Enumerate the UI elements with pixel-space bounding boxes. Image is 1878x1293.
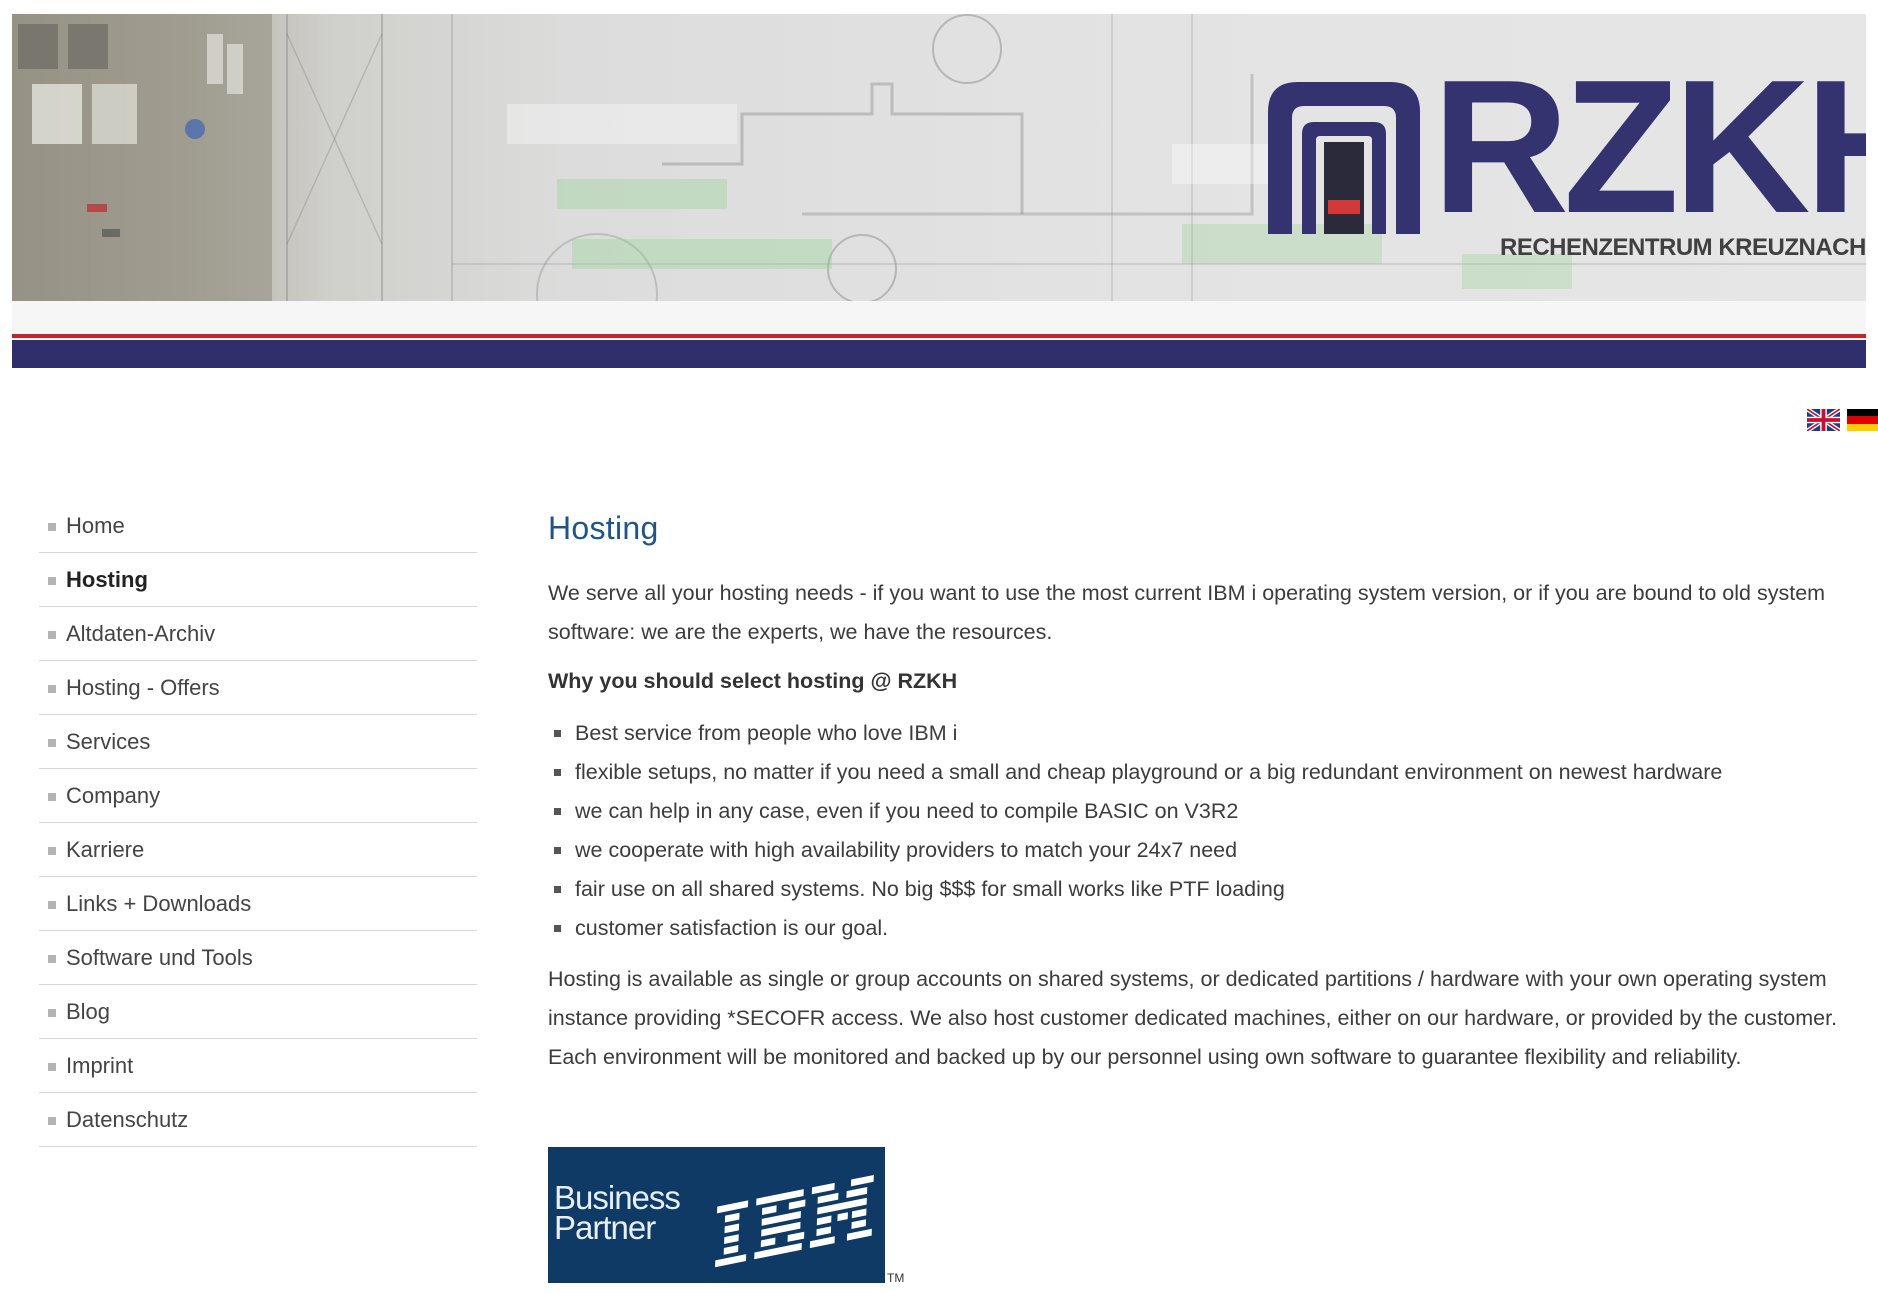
sidebar-item-label: Datenschutz (66, 1106, 189, 1132)
rzkh-logo-icon[interactable] (1268, 82, 1420, 234)
header-banner: RZKH RECHENZENTRUM KREUZNACH (12, 14, 1866, 374)
ibm-business-partner-badge[interactable]: Business Partner (548, 1147, 885, 1283)
page-title: Hosting (548, 510, 659, 546)
ibm-logo-icon (715, 1174, 874, 1268)
why-heading: Why you should select hosting @ RZKH (548, 669, 958, 693)
sidebar-item-blog[interactable]: Blog (39, 985, 477, 1039)
bullet-icon (554, 925, 561, 932)
list-item: customer satisfaction is our goal. (548, 909, 1848, 948)
sidebar-item-label: Altdaten-Archiv (66, 620, 216, 646)
bullet-icon (48, 685, 56, 693)
sidebar-item-services[interactable]: Services (39, 715, 477, 769)
sidebar-item-hosting[interactable]: Hosting (39, 553, 477, 607)
banner-stripe-navy (12, 340, 1866, 368)
bullet-icon (48, 847, 56, 855)
logo-subtitle: RECHENZENTRUM KREUZNACH (1500, 234, 1866, 261)
list-item-text: we cooperate with high availability prov… (575, 838, 1238, 862)
list-item-text: we can help in any case, even if you nee… (575, 799, 1239, 823)
bullet-icon (48, 739, 56, 747)
sidebar-item-label: Hosting - Offers (66, 674, 220, 700)
sidebar-item-karriere[interactable]: Karriere (39, 823, 477, 877)
bullet-icon (48, 577, 56, 585)
sidebar-item-label: Home (66, 512, 125, 538)
sidebar-item-hosting-offers[interactable]: Hosting - Offers (39, 661, 477, 715)
uk-flag-icon[interactable] (1805, 407, 1842, 433)
sidebar-item-company[interactable]: Company (39, 769, 477, 823)
list-item-text: Best service from people who love IBM i (575, 721, 958, 745)
list-item: we cooperate with high availability prov… (548, 831, 1848, 870)
benefits-list: Best service from people who love IBM i … (548, 714, 1848, 948)
bullet-icon (554, 847, 561, 854)
sidebar-item-label: Company (66, 782, 161, 808)
badge-line-2: Partner (554, 1209, 656, 1246)
closing-paragraph: Hosting is available as single or group … (548, 967, 1838, 1069)
bullet-icon (48, 1009, 56, 1017)
sidebar-item-software-tools[interactable]: Software und Tools (39, 931, 477, 985)
sidebar-item-label: Links + Downloads (66, 890, 252, 916)
main-content: Hosting We serve all your hosting needs … (548, 504, 1848, 1089)
sidebar-item-label: Hosting (66, 566, 148, 592)
sidebar-item-label: Karriere (66, 836, 145, 862)
list-item: Best service from people who love IBM i (548, 714, 1848, 753)
sidebar-item-label: Services (66, 728, 151, 754)
bullet-icon (48, 793, 56, 801)
sidebar-item-label: Software und Tools (66, 944, 253, 970)
sidebar-item-links-downloads[interactable]: Links + Downloads (39, 877, 477, 931)
sidebar-item-label: Imprint (66, 1052, 134, 1078)
sidebar-item-altdaten-archiv[interactable]: Altdaten-Archiv (39, 607, 477, 661)
sidebar-item-datenschutz[interactable]: Datenschutz (39, 1093, 477, 1147)
banner-stripe-red (12, 334, 1866, 338)
sidebar-item-label: Blog (66, 998, 111, 1024)
bullet-icon (48, 631, 56, 639)
intro-paragraph: We serve all your hosting needs - if you… (548, 581, 1826, 644)
sidebar-nav: Home Hosting Altdaten-Archiv Hosting - O… (39, 499, 477, 1147)
sidebar-item-imprint[interactable]: Imprint (39, 1039, 477, 1093)
germany-flag-icon[interactable] (1847, 409, 1878, 431)
bullet-icon (48, 901, 56, 909)
list-item-text: customer satisfaction is our goal. (575, 916, 889, 940)
list-item-text: fair use on all shared systems. No big $… (575, 877, 1285, 901)
bullet-icon (48, 523, 56, 531)
bullet-icon (554, 730, 561, 737)
bullet-icon (554, 886, 561, 893)
list-item: we can help in any case, even if you nee… (548, 792, 1848, 831)
logo-wordmark[interactable]: RZKH (1432, 52, 1866, 242)
list-item: flexible setups, no matter if you need a… (548, 753, 1848, 792)
list-item: fair use on all shared systems. No big $… (548, 870, 1848, 909)
bullet-icon (48, 955, 56, 963)
bullet-icon (48, 1063, 56, 1071)
bullet-icon (554, 808, 561, 815)
trademark-mark: TM (887, 1271, 905, 1285)
list-item-text: flexible setups, no matter if you need a… (575, 760, 1723, 784)
bullet-icon (48, 1117, 56, 1125)
sidebar-item-home[interactable]: Home (39, 499, 477, 553)
bullet-icon (554, 769, 561, 776)
